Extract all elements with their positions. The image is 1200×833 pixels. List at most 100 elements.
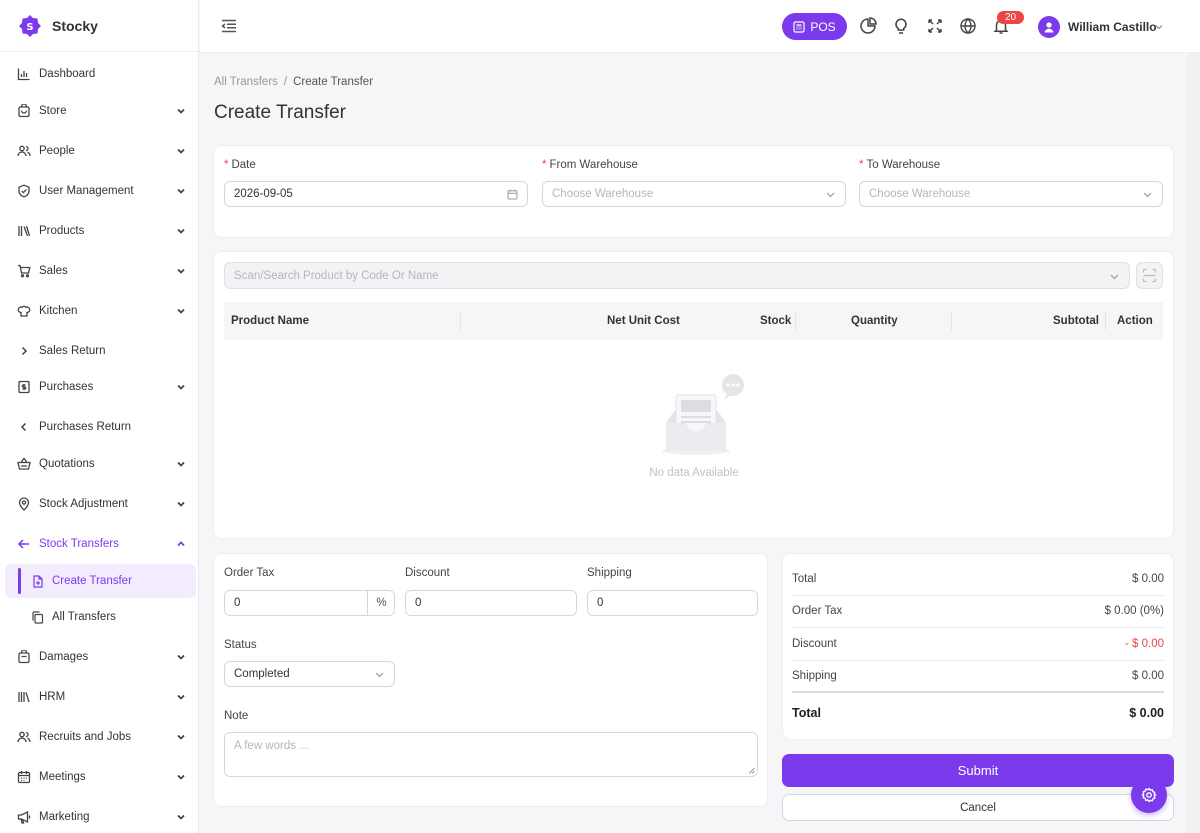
svg-text:S: S: [26, 22, 33, 33]
sidebar-subitem-create-transfer[interactable]: Create Transfer: [5, 564, 196, 598]
to-warehouse-label: * To Warehouse: [859, 159, 941, 171]
sidebar-item-people[interactable]: People: [0, 133, 198, 169]
date-input[interactable]: 2026-09-05: [224, 181, 528, 207]
column-header-net-unit-cost[interactable]: Net Unit Cost: [607, 315, 680, 327]
sidebar-item-label: Stock Adjustment: [39, 498, 128, 510]
sidebar-item-damages[interactable]: Damages: [0, 639, 198, 675]
order-tax-label: Order Tax: [224, 567, 275, 579]
sidebar-item-dashboard[interactable]: Dashboard: [0, 56, 198, 92]
chevron-down-icon: [177, 308, 185, 314]
column-header-product-name[interactable]: Product Name: [231, 315, 309, 327]
sidebar-item-user-management[interactable]: User Management: [0, 173, 198, 209]
discount-input[interactable]: 0: [405, 590, 577, 616]
to-warehouse-select[interactable]: Choose Warehouse: [859, 181, 1163, 207]
sidebar-item-label: Create Transfer: [52, 575, 132, 587]
empty-inbox-icon: [662, 374, 744, 455]
fullscreen-icon[interactable]: [926, 17, 944, 35]
sidebar-item-stock-adjustment[interactable]: Stock Adjustment: [0, 486, 198, 522]
sidebar-item-products[interactable]: Products: [0, 213, 198, 249]
cancel-button[interactable]: Cancel: [782, 794, 1174, 821]
chevron-up-icon: [177, 541, 185, 547]
sidebar-item-purchases[interactable]: Purchases: [0, 369, 198, 405]
shipping-input[interactable]: 0: [587, 590, 758, 616]
chevron-down-icon[interactable]: [1154, 22, 1164, 32]
menu-toggle-icon[interactable]: [220, 17, 238, 35]
sidebar-item-label: Sales: [39, 265, 68, 277]
sidebar-item-label: Products: [39, 225, 85, 237]
lightbulb-icon[interactable]: [892, 17, 910, 35]
chevron-down-icon: [177, 734, 185, 740]
globe-icon[interactable]: [959, 17, 977, 35]
sidebar-item-sales-return[interactable]: Sales Return: [0, 333, 198, 369]
sidebar-item-label: People: [39, 145, 75, 157]
page-title: Create Transfer: [214, 102, 346, 123]
gear-icon: [1141, 787, 1157, 803]
from-warehouse-select[interactable]: Choose Warehouse: [542, 181, 846, 207]
avatar[interactable]: [1038, 16, 1060, 38]
page-scrollbar[interactable]: [1187, 53, 1200, 833]
column-header-subtotal[interactable]: Subtotal: [1053, 315, 1099, 327]
package-icon: [18, 650, 30, 664]
order-tax-input[interactable]: 0 %: [224, 590, 395, 616]
breadcrumb-parent-link[interactable]: All Transfers: [214, 76, 278, 88]
chef-hat-icon: [17, 305, 31, 317]
sidebar-item-label: HRM: [39, 691, 66, 703]
shield-icon: [18, 184, 30, 198]
sidebar-item-quotations[interactable]: Quotations: [0, 446, 198, 482]
settings-fab-button[interactable]: [1131, 777, 1167, 813]
chevron-down-icon: [177, 774, 185, 780]
chevron-down-icon: [177, 814, 185, 820]
sidebar-item-purchases-return[interactable]: Purchases Return: [0, 409, 198, 445]
brand[interactable]: S Stocky: [0, 0, 198, 52]
submit-button[interactable]: Submit: [782, 754, 1174, 787]
status-select[interactable]: Completed: [224, 661, 395, 687]
column-header-action[interactable]: Action: [1117, 315, 1153, 327]
arrow-left-icon: [17, 539, 29, 549]
copy-icon: [32, 610, 44, 624]
sidebar-item-stock-transfers[interactable]: Stock Transfers: [0, 526, 198, 562]
barcode-scan-button[interactable]: [1136, 262, 1163, 289]
library-icon: [18, 692, 30, 703]
products-table-header: Product Name Net Unit Cost Stock Quantit…: [224, 302, 1163, 340]
pie-chart-icon[interactable]: [859, 17, 877, 35]
column-header-quantity[interactable]: Quantity: [851, 315, 898, 327]
sidebar-item-kitchen[interactable]: Kitchen: [0, 293, 198, 329]
sidebar-item-label: Purchases Return: [39, 421, 132, 433]
sidebar-item-store[interactable]: Store: [0, 93, 198, 129]
column-divider: [1105, 312, 1106, 330]
note-textarea[interactable]: A few words ...: [224, 732, 758, 777]
resize-handle-icon[interactable]: [748, 767, 755, 774]
pos-icon: [793, 20, 805, 33]
sidebar-subitem-all-transfers[interactable]: All Transfers: [0, 600, 198, 634]
sidebar-item-sales[interactable]: Sales: [0, 253, 198, 289]
sidebar-item-hrm[interactable]: HRM: [0, 679, 198, 715]
sidebar-item-recruits-and-jobs[interactable]: Recruits and Jobs: [0, 719, 198, 755]
chevron-down-icon: [177, 461, 185, 467]
status-label: Status: [224, 639, 257, 651]
breadcrumb-separator: /: [283, 76, 288, 88]
receipt-icon: [18, 380, 30, 394]
pos-label: POS: [810, 19, 836, 34]
summary-row-total: Total $ 0.00: [792, 564, 1164, 596]
product-search-input[interactable]: Scan/Search Product by Code Or Name: [224, 262, 1130, 289]
sidebar-item-label: Stock Transfers: [39, 538, 119, 550]
sidebar-item-meetings[interactable]: Meetings: [0, 759, 198, 795]
summary-row-grand-total: Total $ 0.00: [792, 706, 1164, 720]
chevron-down-icon: [177, 501, 185, 507]
summary-row-order-tax: Order Tax $ 0.00 (0%): [792, 596, 1164, 628]
scan-icon: [1142, 268, 1157, 283]
breadcrumb-current: Create Transfer: [293, 76, 374, 88]
empty-state-text: No data Available: [649, 467, 739, 479]
chevron-down-icon: [177, 654, 185, 660]
file-plus-icon: [33, 574, 43, 588]
user-name[interactable]: William Castillo: [1068, 20, 1157, 34]
sidebar: S Stocky Dashboard Store People User Man…: [0, 0, 199, 833]
column-header-stock[interactable]: Stock: [760, 315, 791, 327]
pos-button[interactable]: POS: [782, 13, 847, 40]
cart-icon: [18, 264, 31, 278]
sidebar-item-label: Dashboard: [39, 68, 96, 80]
sidebar-item-label: Quotations: [39, 458, 95, 470]
sidebar-item-marketing[interactable]: Marketing: [0, 799, 198, 833]
sidebar-item-label: Damages: [39, 651, 89, 663]
megaphone-icon: [17, 810, 31, 824]
